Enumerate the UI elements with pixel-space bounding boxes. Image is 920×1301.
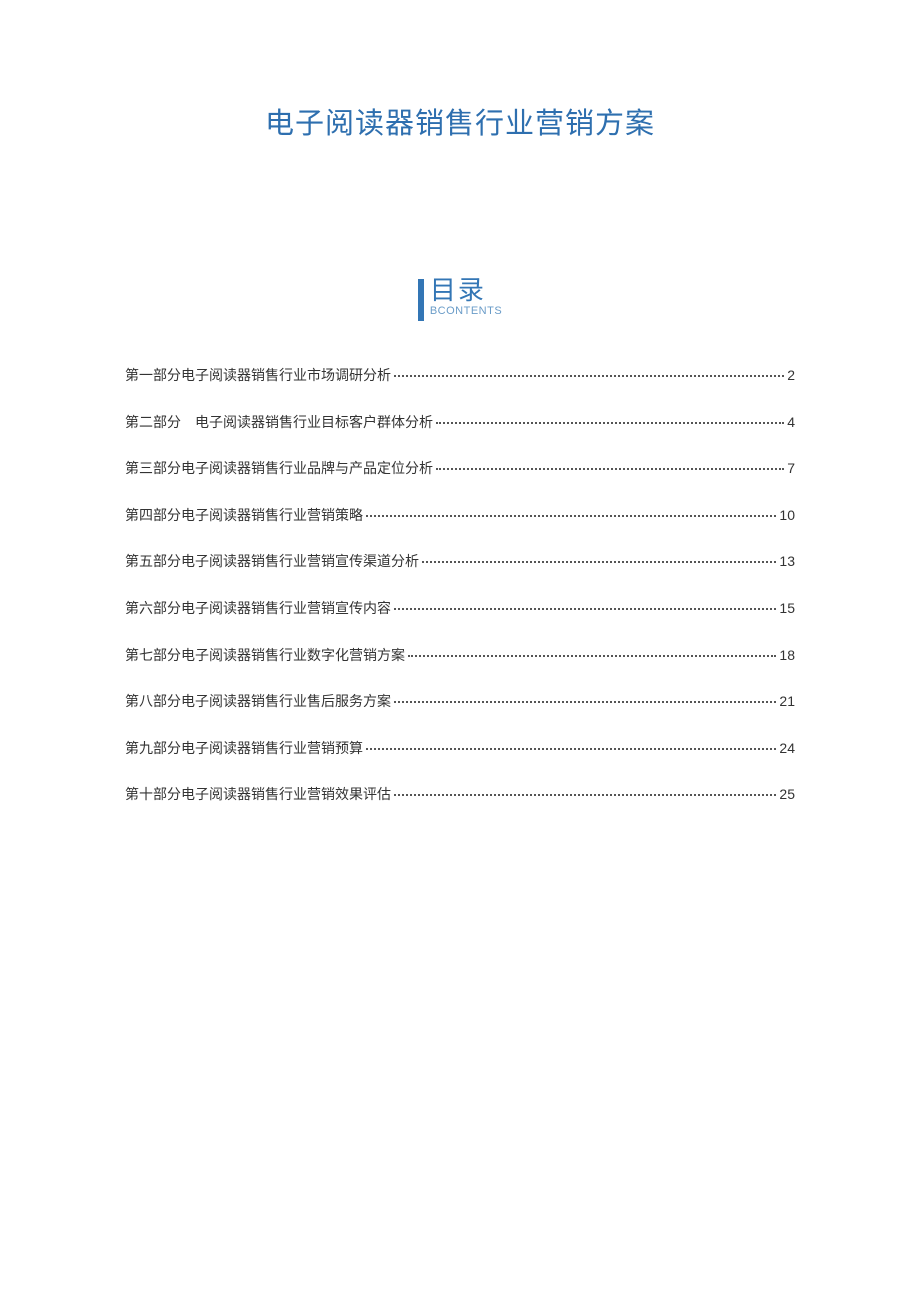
toc-item-text: 第五部分电子阅读器销售行业营销宣传渠道分析	[125, 552, 419, 572]
toc-leader-dots	[394, 375, 784, 377]
toc-item-page: 21	[779, 692, 795, 712]
toc-leader-dots	[422, 561, 776, 563]
toc-item: 第十部分电子阅读器销售行业营销效果评估 25	[125, 785, 795, 805]
toc-item-text: 第四部分电子阅读器销售行业营销策略	[125, 506, 363, 526]
toc-leader-dots	[394, 608, 776, 610]
toc-leader-dots	[394, 701, 776, 703]
toc-sublabel: BCONTENTS	[430, 305, 502, 317]
toc-item-text: 第七部分电子阅读器销售行业数字化营销方案	[125, 646, 405, 666]
toc-item: 第九部分电子阅读器销售行业营销预算 24	[125, 739, 795, 759]
toc-list: 第一部分电子阅读器销售行业市场调研分析 2 第二部分 电子阅读器销售行业目标客户…	[125, 366, 795, 805]
toc-item-page: 7	[787, 459, 795, 479]
toc-leader-dots	[366, 748, 776, 750]
toc-item-text: 第九部分电子阅读器销售行业营销预算	[125, 739, 363, 759]
toc-item: 第一部分电子阅读器销售行业市场调研分析 2	[125, 366, 795, 386]
toc-item: 第五部分电子阅读器销售行业营销宣传渠道分析 13	[125, 552, 795, 572]
toc-item-page: 24	[779, 739, 795, 759]
toc-accent-bar	[418, 279, 424, 321]
toc-label-group: 目录 BCONTENTS	[430, 277, 502, 317]
toc-item-text: 第十部分电子阅读器销售行业营销效果评估	[125, 785, 391, 805]
toc-item-text: 第二部分 电子阅读器销售行业目标客户群体分析	[125, 413, 433, 433]
toc-item-page: 10	[779, 506, 795, 526]
toc-item-page: 18	[779, 646, 795, 666]
toc-item-text: 第八部分电子阅读器销售行业售后服务方案	[125, 692, 391, 712]
toc-item: 第七部分电子阅读器销售行业数字化营销方案 18	[125, 646, 795, 666]
toc-leader-dots	[436, 422, 784, 424]
document-page: 电子阅读器销售行业营销方案 目录 BCONTENTS 第一部分电子阅读器销售行业…	[0, 0, 920, 805]
toc-item: 第三部分电子阅读器销售行业品牌与产品定位分析 7	[125, 459, 795, 479]
toc-item: 第八部分电子阅读器销售行业售后服务方案 21	[125, 692, 795, 712]
toc-item-text: 第一部分电子阅读器销售行业市场调研分析	[125, 366, 391, 386]
page-title: 电子阅读器销售行业营销方案	[125, 100, 795, 142]
toc-leader-dots	[408, 655, 776, 657]
toc-item: 第二部分 电子阅读器销售行业目标客户群体分析 4	[125, 413, 795, 433]
toc-header: 目录 BCONTENTS	[125, 277, 795, 321]
toc-item-page: 13	[779, 552, 795, 572]
toc-item-page: 4	[787, 413, 795, 433]
toc-label: 目录	[430, 277, 486, 303]
toc-leader-dots	[436, 468, 784, 470]
toc-leader-dots	[366, 515, 776, 517]
toc-item-page: 25	[779, 785, 795, 805]
toc-item-page: 2	[787, 366, 795, 386]
toc-item-text: 第六部分电子阅读器销售行业营销宣传内容	[125, 599, 391, 619]
toc-item-text: 第三部分电子阅读器销售行业品牌与产品定位分析	[125, 459, 433, 479]
toc-leader-dots	[394, 794, 776, 796]
toc-item: 第六部分电子阅读器销售行业营销宣传内容 15	[125, 599, 795, 619]
toc-item: 第四部分电子阅读器销售行业营销策略 10	[125, 506, 795, 526]
toc-item-page: 15	[779, 599, 795, 619]
